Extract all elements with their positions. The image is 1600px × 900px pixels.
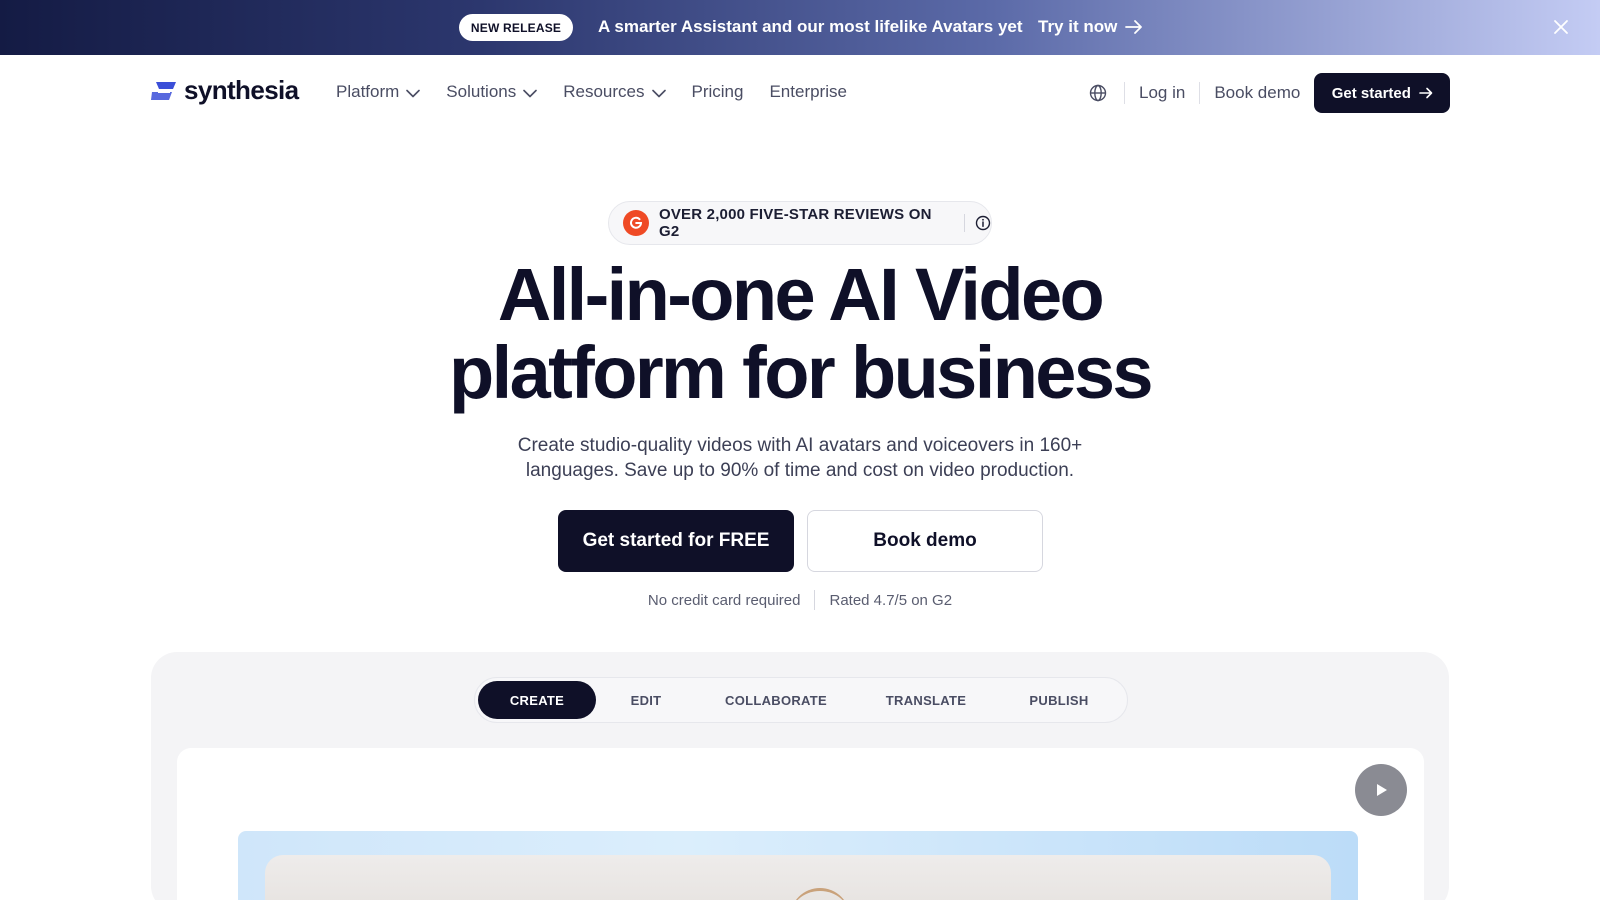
- arrow-right-icon: [1125, 20, 1143, 34]
- play-icon: [1377, 784, 1387, 796]
- announcement-message: A smarter Assistant and our most lifelik…: [598, 17, 1023, 36]
- book-demo-button[interactable]: Book demo: [807, 510, 1043, 572]
- nav-item-pricing[interactable]: Pricing: [692, 82, 744, 102]
- no-credit-card-note: No credit card required: [647, 591, 801, 609]
- chevron-down-icon: [523, 89, 538, 97]
- brand-logo[interactable]: synthesia: [150, 75, 299, 106]
- hero-headline: All-in-one AI Video platform for busines…: [0, 256, 1600, 412]
- try-it-now-label: Try it now: [1038, 17, 1118, 36]
- play-button[interactable]: [1355, 764, 1407, 816]
- chevron-down-icon: [406, 89, 421, 97]
- synthesia-logo-icon: [151, 81, 176, 100]
- new-release-badge: NEW RELEASE: [459, 14, 573, 41]
- tab-edit[interactable]: EDIT: [596, 681, 696, 719]
- login-link[interactable]: Log in: [1139, 83, 1185, 103]
- tab-collaborate[interactable]: COLLABORATE: [696, 681, 856, 719]
- g2-logo-icon: [623, 210, 649, 236]
- hero-cta-row: Get started for FREE Book demo: [558, 510, 1043, 572]
- nav-divider: [1124, 82, 1125, 104]
- headline-line-1: All-in-one AI Video: [497, 253, 1105, 336]
- book-demo-link[interactable]: Book demo: [1214, 83, 1300, 103]
- g2-reviews-text: OVER 2,000 FIVE-STAR REVIEWS ON G2: [658, 206, 932, 240]
- video-preview-screen: [265, 855, 1331, 900]
- headline-line-2: platform for business: [449, 331, 1154, 414]
- arrow-right-icon: [1419, 87, 1433, 99]
- nav-item-label: Resources: [563, 82, 645, 101]
- hero-meta: No credit card required Rated 4.7/5 on G…: [0, 590, 1600, 610]
- get-started-free-button[interactable]: Get started for FREE: [558, 510, 794, 572]
- nav-item-label: Enterprise: [769, 82, 847, 101]
- hero-subtitle: Create studio-quality videos with AI ava…: [517, 435, 1083, 481]
- nav-item-platform[interactable]: Platform: [336, 82, 421, 102]
- close-icon[interactable]: [1550, 16, 1572, 38]
- nav-item-label: Pricing: [691, 82, 744, 101]
- demo-tabs: CREATE EDIT COLLABORATE TRANSLATE PUBLIS…: [474, 677, 1128, 723]
- announcement-bar: NEW RELEASE A smarter Assistant and our …: [0, 0, 1600, 55]
- globe-icon[interactable]: [1088, 83, 1108, 103]
- nav-divider: [1199, 82, 1201, 104]
- nav-item-enterprise[interactable]: Enterprise: [769, 82, 846, 102]
- brand-wordmark: synthesia: [184, 75, 299, 105]
- nav-actions: Log in Book demo Get started: [1088, 73, 1451, 113]
- try-it-now-link[interactable]: Try it now: [1038, 17, 1143, 37]
- nav-item-label: Solutions: [446, 82, 517, 101]
- g2-rating-note: Rated 4.7/5 on G2: [829, 591, 953, 609]
- nav-item-resources[interactable]: Resources: [563, 82, 666, 102]
- nav-item-label: Platform: [336, 82, 400, 101]
- badge-divider: [964, 214, 966, 232]
- get-started-button[interactable]: Get started: [1314, 73, 1451, 113]
- nav-item-solutions[interactable]: Solutions: [446, 82, 538, 102]
- tab-create[interactable]: CREATE: [478, 681, 596, 719]
- tab-publish[interactable]: PUBLISH: [996, 681, 1122, 719]
- meta-divider: [814, 590, 816, 610]
- tab-translate[interactable]: TRANSLATE: [856, 681, 996, 719]
- g2-reviews-badge: OVER 2,000 FIVE-STAR REVIEWS ON G2: [608, 201, 992, 245]
- get-started-label: Get started: [1331, 84, 1411, 102]
- top-navigation: synthesia Platform Solutions Resources P…: [0, 55, 1600, 131]
- chevron-down-icon: [651, 89, 666, 97]
- nav-links: Platform Solutions Resources Pricing Ent…: [336, 82, 873, 102]
- info-icon[interactable]: [975, 215, 991, 231]
